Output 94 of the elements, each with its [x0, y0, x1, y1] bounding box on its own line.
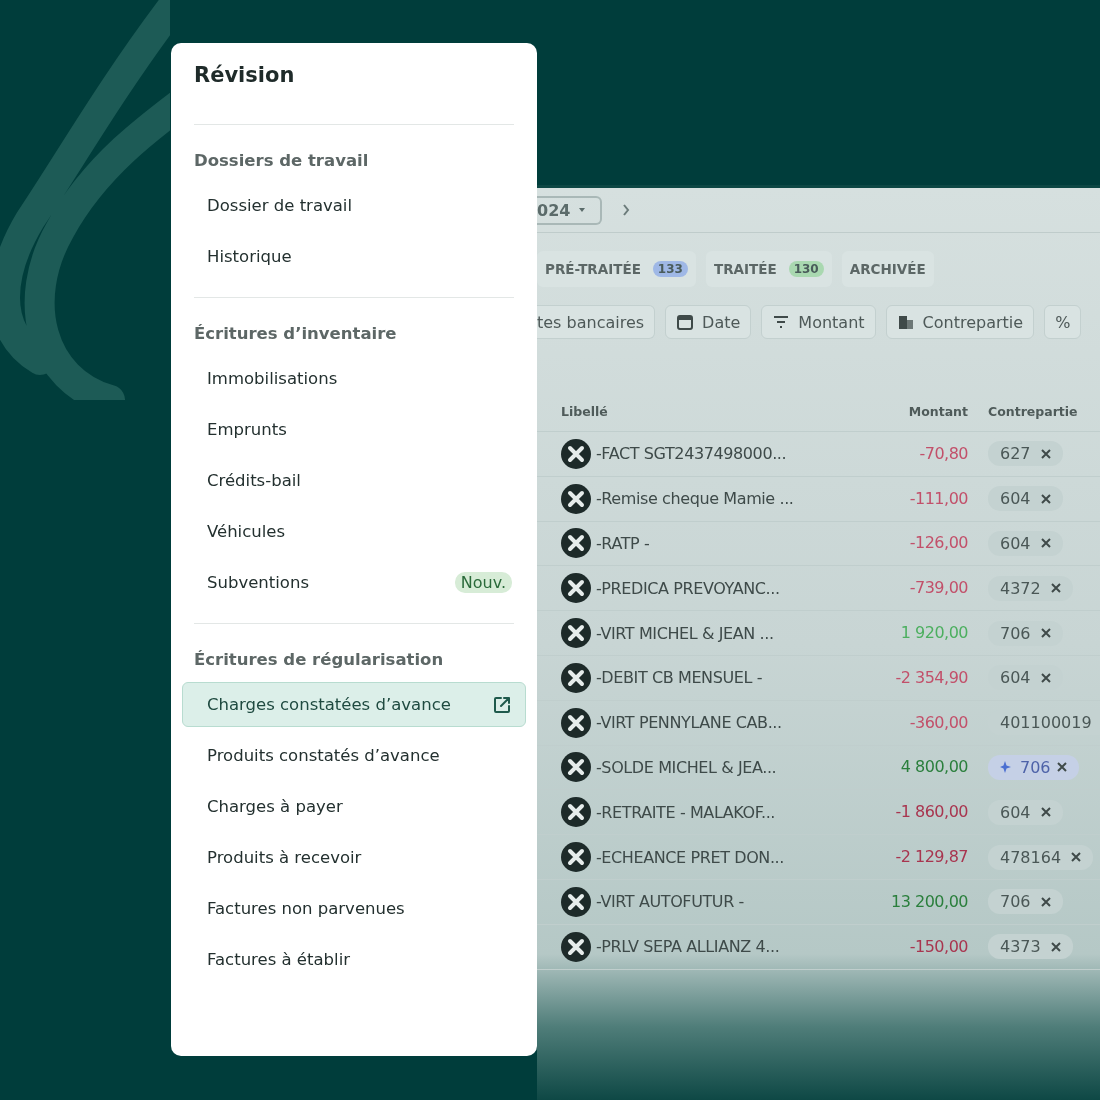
menu-item[interactable]: Factures à établir — [182, 937, 526, 982]
menu-title: Révision — [193, 62, 296, 89]
table-cell: -SOLDE MICHEL & JEA... — [596, 757, 777, 777]
menu-item[interactable]: Historique — [182, 234, 526, 279]
amount-cell-text: -739,00 — [908, 577, 968, 600]
account-chip[interactable]: 604 — [988, 799, 1063, 825]
menu-item[interactable]: Charges constatées d’avance — [182, 682, 526, 727]
close-icon — [1071, 852, 1082, 863]
amount-cell-text: -360,00 — [908, 711, 968, 734]
amount-cell-text: 4 800,00 — [899, 756, 968, 779]
table-cell: -PREDICA PREVOYANC... — [596, 578, 780, 598]
cross-circle-icon — [561, 618, 591, 649]
table-cell: -Remise cheque Mamie ... — [596, 489, 794, 509]
menu-item[interactable]: Dossier de travail — [182, 183, 526, 228]
close-icon — [1050, 941, 1061, 952]
menu-item[interactable]: Factures non parvenues — [182, 886, 526, 931]
close-icon — [1040, 672, 1051, 683]
account-chip[interactable]: 706 — [988, 889, 1063, 915]
chevron-right-icon — [622, 204, 631, 216]
amount-cell-text: 1 920,00 — [899, 622, 968, 645]
column-header: Libellé — [560, 403, 609, 419]
menu-item[interactable]: Subventions Nouv. — [182, 560, 526, 605]
cross-circle-icon — [561, 573, 591, 604]
building-icon — [896, 313, 915, 331]
filter-icon — [772, 313, 791, 331]
filter-button[interactable]: Montant — [761, 305, 876, 339]
cross-circle-icon — [561, 438, 591, 469]
table-cell: -PRLV SEPA ALLIANZ 4... — [596, 937, 780, 957]
caret-icon — [578, 207, 587, 213]
amount-cell-text: -126,00 — [908, 532, 968, 555]
close-icon — [1040, 896, 1051, 907]
amount-cell-text: 13 200,00 — [890, 890, 968, 913]
table-cell: -VIRT PENNYLANE CAB... — [596, 713, 782, 733]
close-icon — [1040, 448, 1051, 459]
section-heading: Dossiers de travail — [193, 151, 370, 172]
filter-button[interactable]: tes bancaires — [537, 305, 656, 339]
section-heading: Écritures d’inventaire — [193, 324, 398, 345]
amount-cell-text: -150,00 — [908, 935, 968, 958]
amount-cell-text: -70,80 — [918, 442, 968, 465]
table-cell: -RETRAITE - MALAKOF... — [596, 802, 775, 822]
account-chip[interactable]: 706 — [988, 620, 1063, 646]
filter-button[interactable]: Date — [665, 305, 752, 339]
table-cell: -RATP - — [596, 534, 650, 553]
close-icon — [1040, 493, 1051, 504]
table-cell: -DEBIT CB MENSUEL - — [596, 668, 763, 688]
menu-item[interactable]: Charges à payer — [182, 784, 526, 829]
cross-circle-icon — [561, 528, 591, 559]
column-header: Montant — [907, 403, 968, 419]
amount-cell-text: -2 129,87 — [894, 846, 968, 869]
calendar-icon — [676, 313, 695, 331]
cross-circle-icon — [561, 842, 591, 873]
close-icon — [1040, 538, 1051, 549]
cross-circle-icon — [561, 662, 591, 693]
cross-circle-icon — [561, 931, 591, 962]
menu-item[interactable]: Immobilisations — [182, 356, 526, 401]
table-cell: -VIRT MICHEL & JEAN ... — [596, 623, 774, 643]
status-tab[interactable]: ARCHIVÉE — [841, 251, 934, 287]
menu-item[interactable]: Véhicules — [182, 509, 526, 554]
external-link-icon — [492, 694, 512, 715]
menu-item[interactable]: Produits constatés d’avance — [182, 733, 526, 778]
section-heading: Écritures de régularisation — [193, 650, 445, 671]
count-badge: 130 — [788, 261, 824, 277]
account-chip[interactable]: 4373 — [988, 934, 1073, 960]
count-badge: 133 — [652, 261, 688, 277]
menu-item[interactable]: Emprunts — [182, 407, 526, 452]
close-icon — [1056, 762, 1067, 773]
account-chip[interactable]: 478164 — [988, 844, 1094, 870]
menu-item[interactable]: Produits à recevoir — [182, 835, 526, 880]
account-chip[interactable]: 627 — [988, 441, 1063, 467]
new-badge: Nouv. — [454, 572, 512, 593]
filter-button[interactable]: Contrepartie — [885, 305, 1035, 339]
filter-button[interactable]: % — [1044, 305, 1082, 339]
close-icon — [1040, 628, 1051, 639]
account-chip[interactable]: 604 — [988, 486, 1063, 512]
amount-cell-text: -111,00 — [908, 487, 968, 510]
column-header: Contrepartie — [987, 403, 1078, 419]
account-chip[interactable]: 604 — [988, 531, 1063, 556]
account-chip[interactable]: 4372 — [988, 575, 1073, 601]
table-cell: -FACT SGT2437498000... — [596, 444, 787, 464]
cross-circle-icon — [561, 886, 591, 917]
close-icon — [1050, 583, 1061, 594]
table-cell: -VIRT AUTOFUTUR - — [596, 892, 744, 912]
table-cell: -ECHEANCE PRET DON... — [596, 847, 784, 867]
account-chip[interactable]: 706 — [988, 754, 1079, 780]
cross-circle-icon — [561, 707, 591, 738]
status-tab[interactable]: TRAITÉE 130 — [705, 251, 832, 287]
amount-cell-text: -2 354,90 — [894, 666, 968, 689]
cross-circle-icon — [561, 483, 591, 514]
close-icon — [1040, 807, 1051, 818]
menu-item[interactable]: Crédits-bail — [182, 458, 526, 503]
cross-circle-icon — [561, 752, 591, 783]
status-tab[interactable]: PRÉ-TRAITÉE 133 — [537, 251, 696, 287]
amount-cell-text: -1 860,00 — [894, 801, 968, 824]
cross-circle-icon — [561, 797, 591, 828]
